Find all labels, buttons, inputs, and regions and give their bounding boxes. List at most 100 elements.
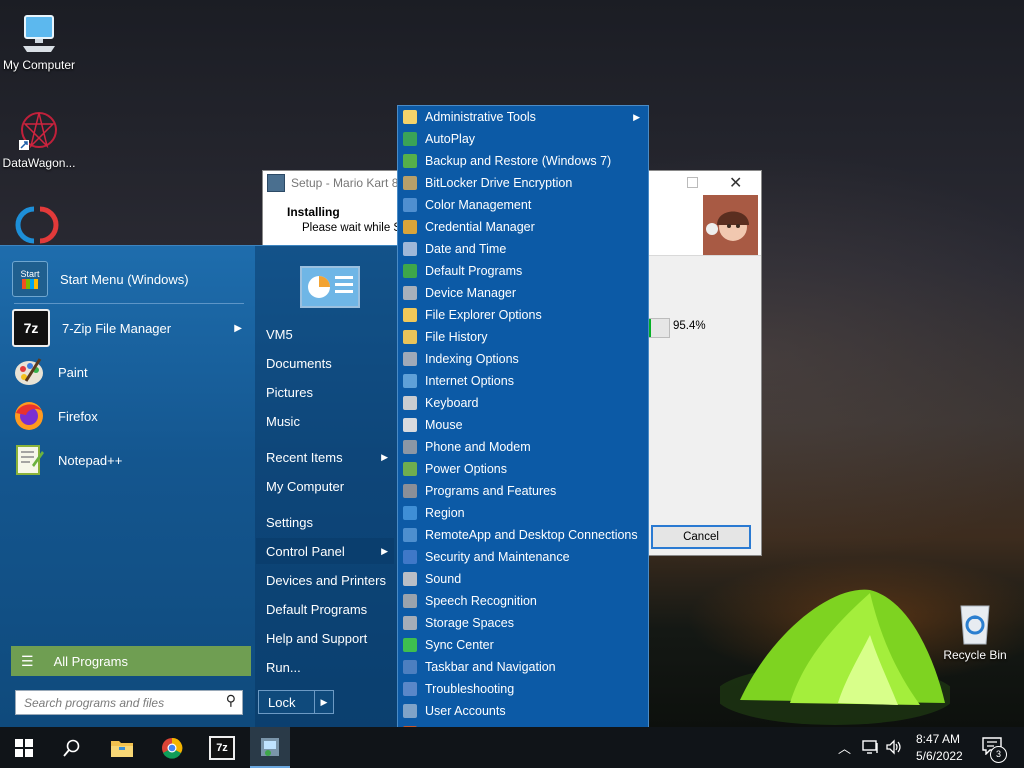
pinned-firefox[interactable]: Firefox [12, 396, 246, 436]
close-icon[interactable]: ✕ [729, 173, 742, 193]
control-panel-item[interactable]: Power Options [398, 458, 648, 480]
right-item-label: Recent Items [266, 449, 343, 465]
control-panel-item-label: Power Options [425, 462, 507, 476]
lock-button[interactable]: Lock ▶ [258, 690, 334, 714]
folder-options-icon [403, 308, 417, 322]
right-item-label: Settings [266, 514, 313, 530]
pinned-7zip[interactable]: 7z 7-Zip File Manager ▶ [12, 308, 246, 348]
start-button[interactable] [0, 727, 48, 768]
control-panel-item-label: User Accounts [425, 704, 506, 718]
pinned-label: 7-Zip File Manager [62, 320, 172, 336]
control-panel-item-label: Taskbar and Navigation [425, 660, 556, 674]
control-panel-item[interactable]: Color Management [398, 194, 648, 216]
control-panel-item[interactable]: Sound [398, 568, 648, 590]
control-panel-item-label: Keyboard [425, 396, 479, 410]
right-item-settings[interactable]: Settings [256, 509, 394, 535]
control-panel-item[interactable]: Default Programs [398, 260, 648, 282]
cancel-button[interactable]: Cancel [651, 525, 751, 549]
right-item-label: Default Programs [266, 601, 368, 617]
pinned-start-menu-windows[interactable]: Start Start Menu (Windows) [12, 259, 246, 299]
control-panel-item-label: Programs and Features [425, 484, 557, 498]
user-picture [300, 266, 360, 308]
control-panel-item[interactable]: File History [398, 326, 648, 348]
control-panel-item[interactable]: Phone and Modem [398, 436, 648, 458]
desktop-icon-datawagon[interactable]: DataWagon... [0, 108, 81, 170]
indexing-icon [403, 352, 417, 366]
maximize-icon[interactable] [687, 177, 698, 188]
setup-heading: Installing [287, 205, 340, 219]
control-panel-item[interactable]: Keyboard [398, 392, 648, 414]
control-panel-item-label: Storage Spaces [425, 616, 514, 630]
right-item-default-programs[interactable]: Default Programs [256, 596, 394, 622]
lock-label: Lock [268, 694, 296, 710]
right-item-label: Documents [266, 355, 332, 371]
control-panel-item[interactable]: RemoteApp and Desktop Connections [398, 524, 648, 546]
desktop-icon-label: DataWagon... [2, 156, 76, 170]
autoplay-icon [403, 132, 417, 146]
volume-icon[interactable] [885, 739, 903, 758]
network-icon[interactable] [862, 739, 880, 758]
control-panel-item[interactable]: Backup and Restore (Windows 7) [398, 150, 648, 172]
right-item-recent-items[interactable]: Recent Items ▶ [256, 444, 394, 470]
control-panel-item[interactable]: Taskbar and Navigation [398, 656, 648, 678]
file-history-icon [403, 330, 417, 344]
troubleshoot-icon [403, 682, 417, 696]
control-panel-item[interactable]: BitLocker Drive Encryption [398, 172, 648, 194]
control-panel-item[interactable]: File Explorer Options [398, 304, 648, 326]
right-item-run[interactable]: Run... [256, 654, 394, 680]
clock-time[interactable]: 8:47 AM [916, 732, 960, 746]
start-menu-left-pane: Start Start Menu (Windows) 7z 7-Zip File… [0, 246, 254, 728]
control-panel-item-label: Color Management [425, 198, 532, 212]
setup-app-icon [267, 174, 285, 192]
pinned-label: Paint [58, 364, 88, 380]
control-panel-item[interactable]: Mouse [398, 414, 648, 436]
right-item-devices-printers[interactable]: Devices and Printers [256, 567, 394, 593]
right-item-control-panel[interactable]: Control Panel ▶ [256, 538, 394, 564]
control-panel-item[interactable]: Indexing Options [398, 348, 648, 370]
clock-date[interactable]: 5/6/2022 [916, 749, 963, 763]
control-panel-item[interactable]: Device Manager [398, 282, 648, 304]
right-item-music[interactable]: Music [256, 408, 394, 434]
control-panel-item[interactable]: Administrative Tools ▶ [398, 106, 648, 128]
pinned-label: Firefox [58, 408, 98, 424]
7zip-glyph-text: 7z [23, 320, 39, 336]
pinned-paint[interactable]: Paint [12, 352, 246, 392]
search-box[interactable]: Search programs and files ⚲ [15, 690, 243, 715]
taskbar-search-button[interactable] [50, 727, 94, 768]
taskbar-chrome[interactable] [150, 727, 194, 768]
right-item-vm5[interactable]: VM5 [256, 321, 394, 347]
lock-options-arrow-icon[interactable]: ▶ [314, 691, 333, 713]
right-item-help-support[interactable]: Help and Support [256, 625, 394, 651]
control-panel-item[interactable]: Speech Recognition [398, 590, 648, 612]
right-item-documents[interactable]: Documents [256, 350, 394, 376]
speaker-icon [403, 572, 417, 586]
control-panel-item[interactable]: Security and Maintenance [398, 546, 648, 568]
pinned-notepadpp[interactable]: Notepad++ [12, 440, 246, 480]
desktop-icon-my-computer[interactable]: My Computer [0, 10, 81, 72]
credential-icon [403, 220, 417, 234]
control-panel-item[interactable]: Internet Options [398, 370, 648, 392]
control-panel-item[interactable]: Date and Time [398, 238, 648, 260]
control-panel-item-label: Region [425, 506, 465, 520]
control-panel-item[interactable]: Programs and Features [398, 480, 648, 502]
control-panel-item[interactable]: Region [398, 502, 648, 524]
desktop-icon-partial[interactable] [14, 205, 60, 245]
all-programs-button[interactable]: ☰ All Programs [11, 646, 251, 676]
monitor-icon [17, 10, 61, 54]
control-panel-item[interactable]: User Accounts [398, 700, 648, 722]
control-panel-item[interactable]: AutoPlay [398, 128, 648, 150]
right-item-pictures[interactable]: Pictures [256, 379, 394, 405]
taskbar-7zip[interactable]: 7z [200, 727, 244, 768]
tray-overflow-chevron-icon[interactable]: ︿ [838, 738, 851, 757]
control-panel-item[interactable]: Troubleshooting [398, 678, 648, 700]
taskbar-file-explorer[interactable] [100, 727, 144, 768]
notification-count-badge: 3 [990, 746, 1007, 763]
wallpaper-tent [715, 575, 955, 725]
right-item-my-computer[interactable]: My Computer [256, 473, 394, 499]
storage-icon [403, 616, 417, 630]
control-panel-item[interactable]: Storage Spaces [398, 612, 648, 634]
region-globe-icon [403, 506, 417, 520]
control-panel-item[interactable]: Credential Manager [398, 216, 648, 238]
control-panel-item[interactable]: Sync Center [398, 634, 648, 656]
taskbar-setup[interactable] [250, 727, 290, 768]
